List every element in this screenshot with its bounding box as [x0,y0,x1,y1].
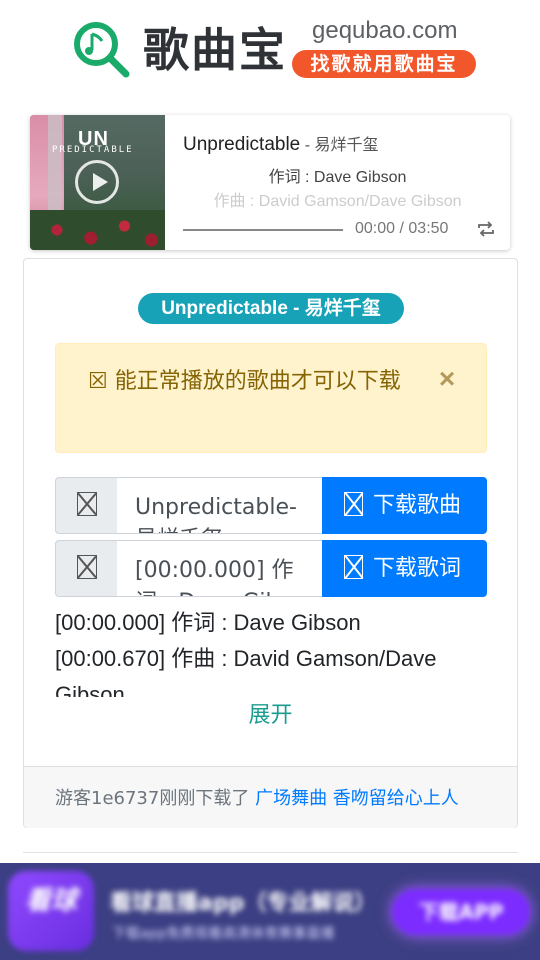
lrc-input-prepend [55,540,118,597]
alert-icon: ☒ [88,369,108,394]
download-card: Unpredictable - 易烊千玺 ☒ 能正常播放的歌曲才可以下载 × U… [23,258,518,828]
player-song-title: Unpredictable [183,134,301,155]
expand-lyrics-link[interactable]: 展开 [24,700,517,732]
site-domain: gequbao.com [312,17,458,44]
lyrics-preview: [00:00.000] 作词 : Dave Gibson [00:00.670]… [55,605,495,697]
time-total: 03:50 [408,220,449,237]
play-icon[interactable] [75,160,119,204]
ad-app-logo: 看球 [8,871,94,951]
audio-player: UN PREDICTABLE Unpredictable - 易烊千玺 作词 :… [30,115,510,250]
player-song-info: Unpredictable - 易烊千玺 [183,133,378,158]
lyric-line: [00:00.000] 作词 : Dave Gibson [55,610,361,635]
progress-bar[interactable] [183,229,343,231]
slogan-badge: 找歌就用歌曲宝 [292,50,476,78]
music-icon [77,492,97,516]
lrc-content-input[interactable]: [00:00.000] 作词 : Dave Gibson [117,540,323,597]
download-lyrics-label: 下载歌词 [373,556,462,581]
cover-art-flowers [30,210,165,250]
download-lyrics-button[interactable]: 下载歌词 [322,540,487,597]
lyrics-icon [77,555,97,579]
album-cover: UN PREDICTABLE [30,115,165,250]
song-download-group: Unpredictable-易烊千玺 下载歌曲 [55,477,487,534]
recent-download-text: 游客1e6737刚刚下载了 [55,788,250,809]
download-song-label: 下载歌曲 [373,493,462,518]
song-input-prepend [55,477,118,534]
alert-message: ☒ 能正常播放的歌曲才可以下载 [88,364,408,400]
repeat-icon[interactable] [476,219,496,239]
current-lyric-line: 作词 : Dave Gibson [268,169,407,186]
download-song-button[interactable]: 下载歌曲 [322,477,487,534]
alert-text: 能正常播放的歌曲才可以下载 [114,369,401,394]
app-ad-banner[interactable]: 看球 看球直播app（专业解说） 下载app免费观看高清体育赛事直播 下载APP [0,863,540,960]
time-separator: / [395,220,409,237]
cover-subtitle: PREDICTABLE [52,145,134,155]
song-title-badge: Unpredictable - 易烊千玺 [138,293,404,324]
time-current: 00:00 [355,220,396,237]
close-icon[interactable]: × [434,364,460,394]
brand-title[interactable]: 歌曲宝 [143,18,287,82]
next-lyric-line: 作曲 : David Gamson/Dave Gibson [213,193,462,210]
playback-alert: ☒ 能正常播放的歌曲才可以下载 × [55,343,487,453]
ad-download-button[interactable]: 下载APP [392,889,530,935]
song-filename-input[interactable]: Unpredictable-易烊千玺 [117,477,323,534]
ad-description: 下载app免费观看高清体育赛事直播 [112,926,335,942]
player-separator: - [300,137,315,154]
download-icon [344,492,363,516]
site-header: 歌曲宝 gequbao.com 找歌就用歌曲宝 [0,0,540,100]
time-display: 00:00 / 03:50 [355,219,448,239]
recent-download-footer: 游客1e6737刚刚下载了 广场舞曲 香吻留给心上人 [24,766,517,828]
lyric-line: [00:00.670] 作曲 : David Gamson/Dave Gibso… [55,646,437,697]
player-artist: 易烊千玺 [314,137,379,154]
ad-content: 看球 看球直播app（专业解说） 下载app免费观看高清体育赛事直播 下载APP [0,863,540,960]
music-search-logo-icon[interactable] [72,20,130,78]
recent-song-link[interactable]: 广场舞曲 香吻留给心上人 [255,788,459,809]
lyrics-download-group: [00:00.000] 作词 : Dave Gibson 下载歌词 [55,540,487,597]
section-divider [23,852,518,853]
download-icon [344,555,363,579]
ad-title: 看球直播app（专业解说） [110,891,377,916]
